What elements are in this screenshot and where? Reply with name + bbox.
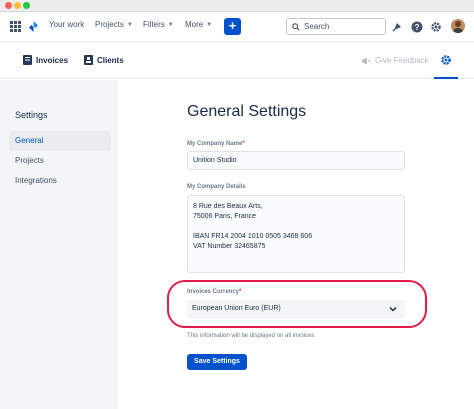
- notification-icon[interactable]: [391, 20, 403, 32]
- gear-icon: [441, 55, 451, 65]
- company-details-field[interactable]: 8 Rue des Beaux Arts, 75006 Paris, Franc…: [187, 195, 405, 273]
- search-placeholder: Search: [304, 22, 330, 31]
- sidebar-heading: Settings: [15, 110, 48, 120]
- company-details-line: IBAN FR14 2004 1010 0505 3468 606: [193, 233, 313, 240]
- chevron-down-icon: ▼: [126, 21, 133, 28]
- highlight-annotation: [167, 280, 427, 328]
- minimize-window-button[interactable]: [14, 2, 21, 9]
- nav-filters[interactable]: Filters ▼: [143, 20, 174, 29]
- settings-sidebar: Settings General Projects Integrations: [0, 80, 118, 409]
- company-name-label: My Company Name*: [187, 141, 245, 147]
- currency-help-text: This information will be displayed on al…: [187, 333, 315, 339]
- nav-more-label: More: [185, 20, 204, 29]
- nav-more[interactable]: More ▼: [185, 20, 212, 29]
- company-details-line: VAT Number 32465875: [193, 243, 266, 250]
- chevron-down-icon: ▼: [206, 21, 213, 28]
- nav-your-work-label: Your work: [49, 20, 85, 29]
- chevron-down-icon: ▼: [167, 21, 174, 28]
- invoice-icon: [23, 55, 32, 65]
- app-subnav: Invoices Clients Give Feedback: [0, 43, 474, 79]
- svg-text:?: ?: [415, 23, 420, 32]
- create-button[interactable]: +: [224, 18, 241, 35]
- apps-grid-icon[interactable]: [10, 21, 21, 32]
- save-settings-button[interactable]: Save Settings: [187, 354, 247, 370]
- tab-settings[interactable]: [434, 43, 458, 79]
- top-navigation: Your work Projects ▼ Filters ▼ More ▼ + …: [0, 12, 474, 42]
- zoom-window-button[interactable]: [23, 2, 30, 9]
- help-icon[interactable]: ?: [411, 20, 423, 33]
- settings-icon[interactable]: [430, 20, 442, 32]
- search-icon: [292, 22, 300, 31]
- give-feedback-button[interactable]: Give Feedback: [361, 56, 429, 65]
- company-details-line: 8 Rue des Beaux Arts,: [193, 203, 263, 210]
- avatar[interactable]: [451, 19, 465, 33]
- required-marker: *: [242, 141, 245, 147]
- tab-invoices[interactable]: Invoices: [23, 55, 68, 65]
- page-title: General Settings: [187, 103, 307, 120]
- nav-your-work[interactable]: Your work: [49, 20, 84, 29]
- tab-clients-label: Clients: [97, 55, 124, 65]
- close-window-button[interactable]: [5, 2, 12, 9]
- company-details-line: 75006 Paris, France: [193, 213, 257, 220]
- nav-projects[interactable]: Projects ▼: [95, 20, 133, 29]
- company-name-label-text: My Company Name: [187, 141, 243, 147]
- tab-clients[interactable]: Clients: [84, 55, 124, 65]
- megaphone-icon: [362, 57, 371, 64]
- sidebar-item-integrations[interactable]: Integrations: [9, 171, 111, 191]
- tab-invoices-label: Invoices: [36, 55, 69, 65]
- company-name-field[interactable]: Unition Studio: [187, 151, 405, 170]
- give-feedback-label: Give Feedback: [375, 56, 429, 65]
- window-titlebar: [0, 0, 474, 12]
- product-logo-icon[interactable]: [27, 20, 40, 33]
- clients-icon: [84, 55, 93, 65]
- nav-filters-label: Filters: [143, 20, 165, 29]
- company-details-label: My Company Details: [187, 184, 246, 190]
- company-details-line: [193, 222, 399, 232]
- sidebar-item-general[interactable]: General: [9, 131, 111, 151]
- sidebar-item-projects[interactable]: Projects: [9, 151, 111, 171]
- nav-projects-label: Projects: [95, 20, 124, 29]
- search-input[interactable]: Search: [286, 18, 386, 35]
